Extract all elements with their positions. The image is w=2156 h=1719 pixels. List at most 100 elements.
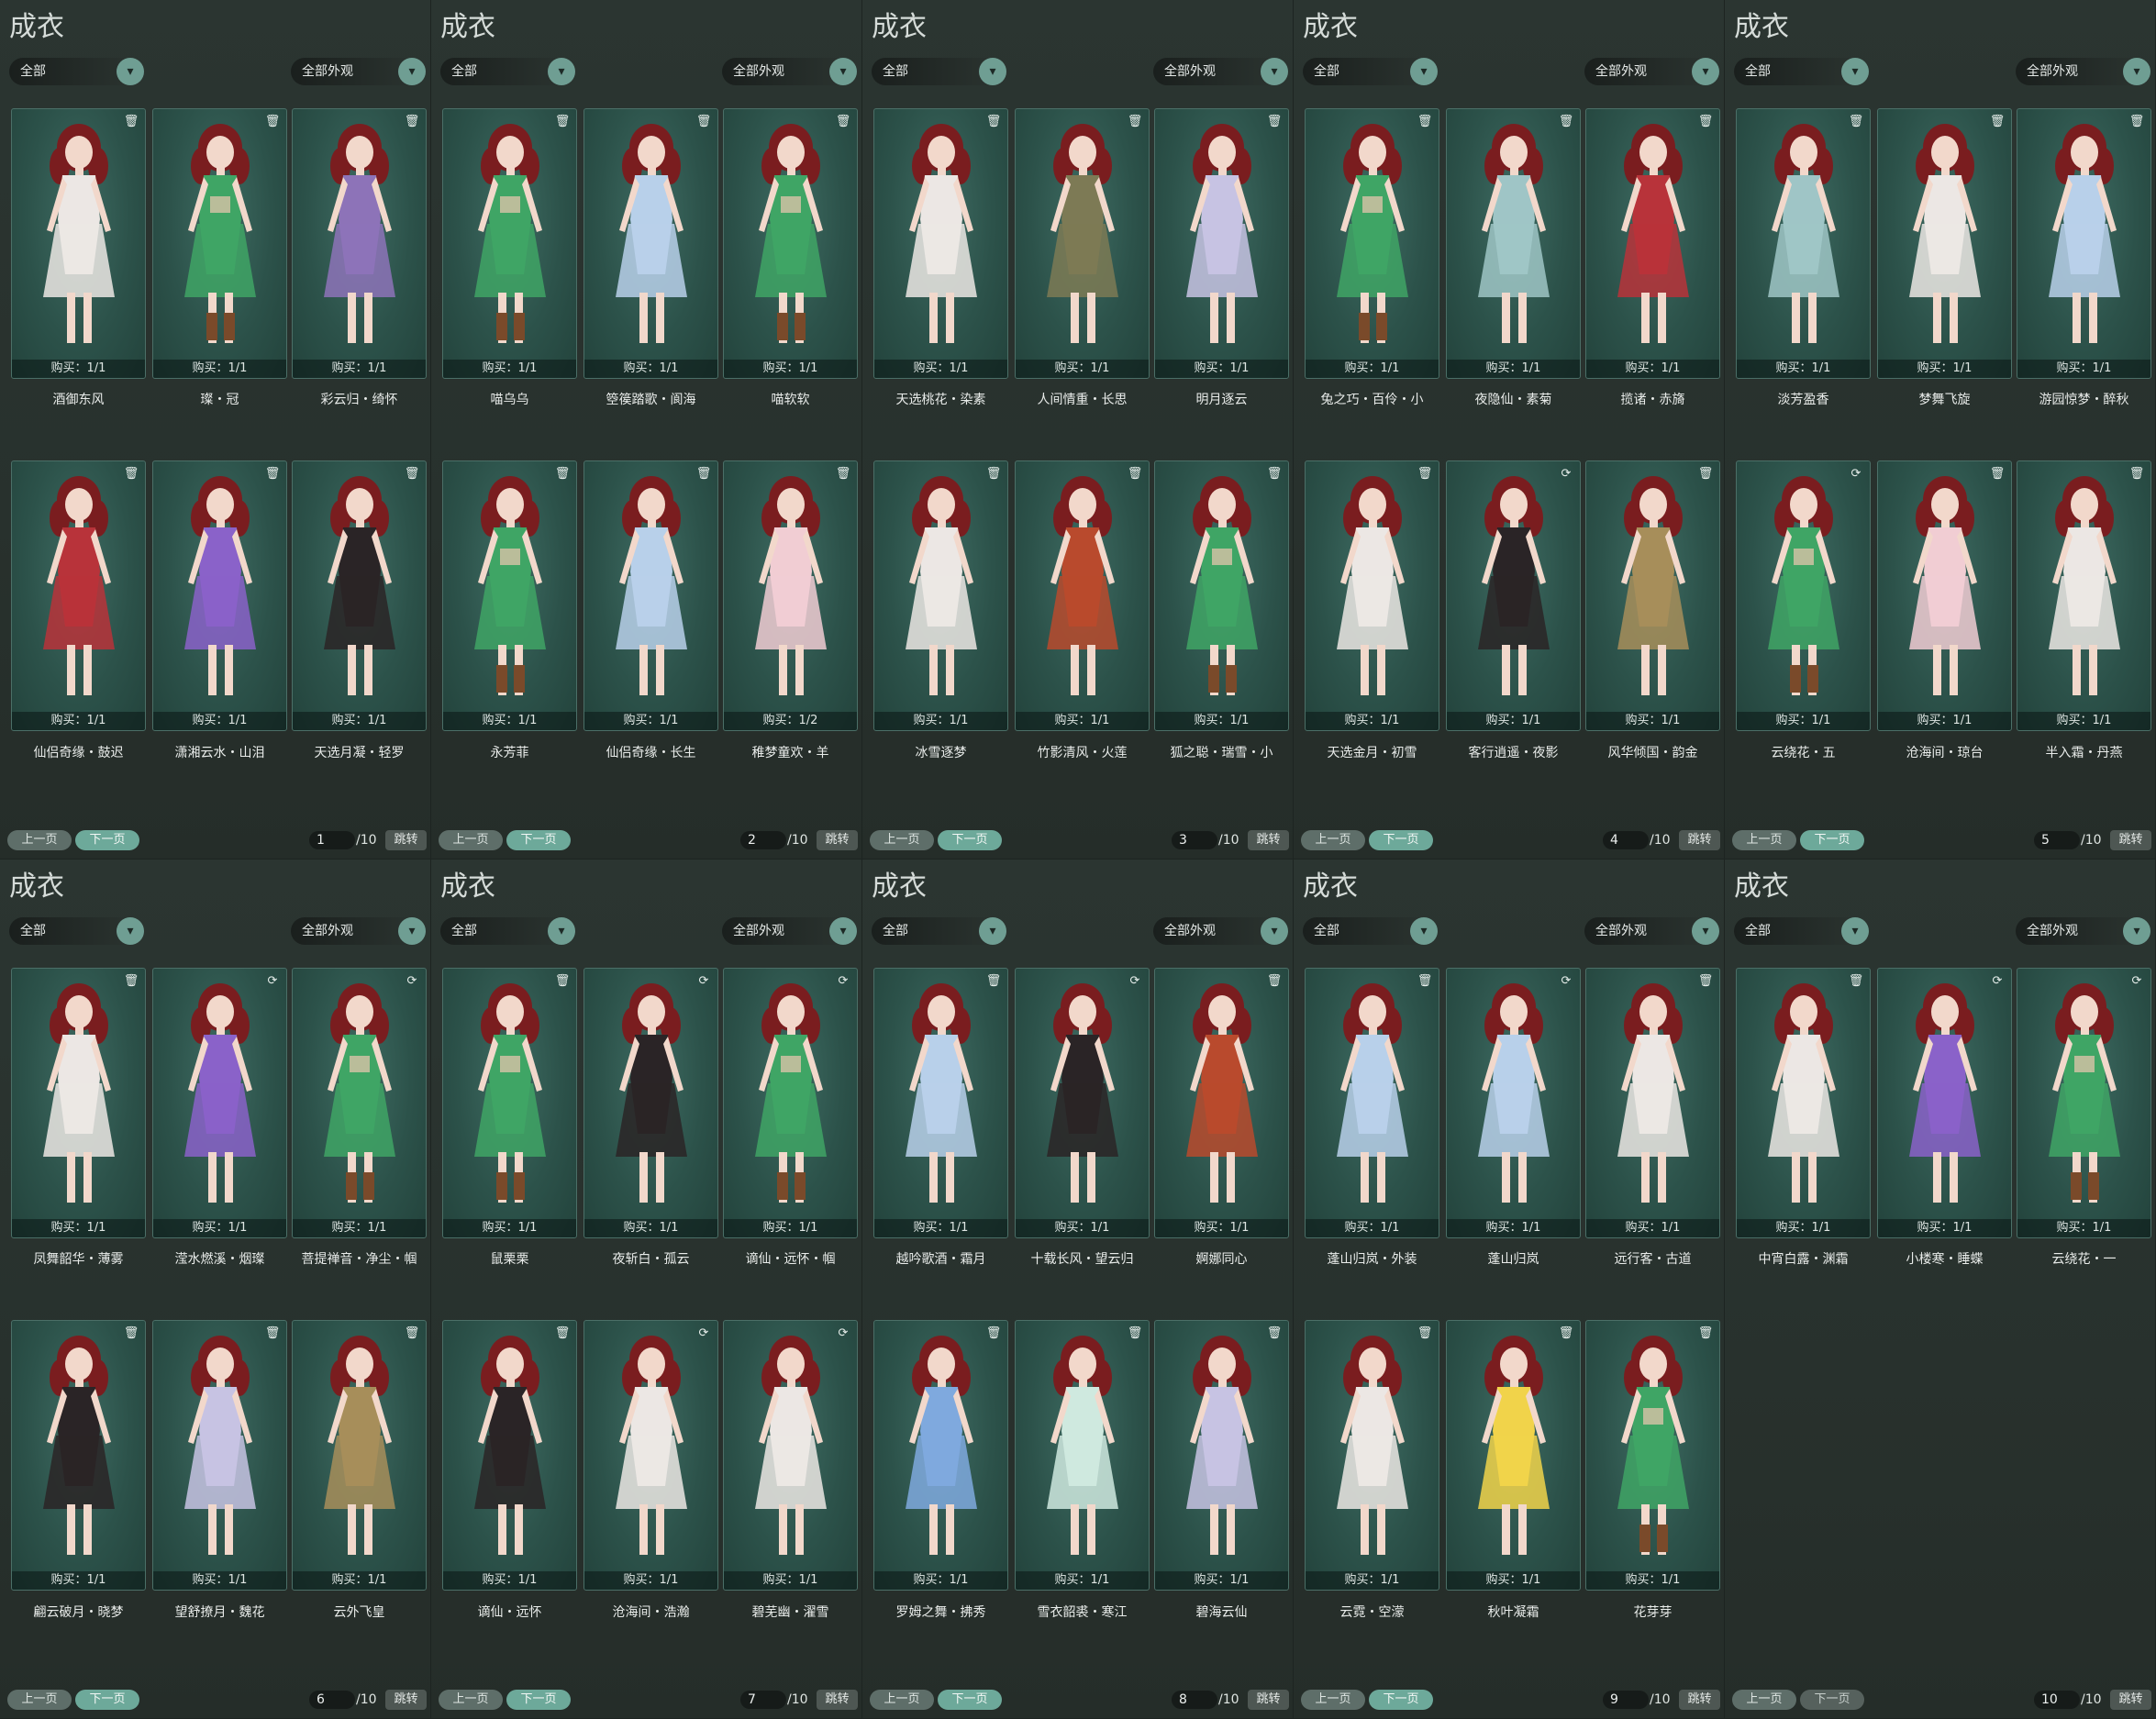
page-number-input[interactable]: 8 — [1172, 1691, 1217, 1709]
category-dropdown[interactable]: 全部 ▾ — [9, 58, 144, 85]
outfit-card[interactable]: 🗑 购买：1/1 — [1585, 460, 1720, 731]
outfit-card[interactable]: 🗑 购买：1/1 — [152, 1320, 287, 1591]
appearance-dropdown[interactable]: 全部外观 ▾ — [1584, 917, 1719, 945]
outfit-card[interactable]: ⟳ 购买：1/1 — [1446, 460, 1581, 731]
trash-icon[interactable]: 🗑 — [985, 973, 1002, 990]
outfit-card[interactable]: 🗑 购买：1/1 — [1154, 968, 1289, 1238]
prev-page-button[interactable]: 上一页 — [1301, 1690, 1365, 1710]
next-page-button[interactable]: 下一页 — [1369, 1690, 1433, 1710]
outfit-card[interactable]: 🗑 购买：1/1 — [1585, 968, 1720, 1238]
jump-button[interactable]: 跳转 — [1248, 830, 1289, 850]
trash-icon[interactable]: 🗑 — [123, 973, 139, 990]
outfit-card[interactable]: 🗑 购买：1/1 — [11, 1320, 146, 1591]
chevron-down-icon[interactable]: ▾ — [2123, 917, 2150, 945]
outfit-card[interactable]: ⟳ 购买：1/1 — [2017, 968, 2151, 1238]
prev-page-button[interactable]: 上一页 — [1301, 830, 1365, 850]
chevron-down-icon[interactable]: ▾ — [1261, 917, 1288, 945]
swap-icon[interactable]: ⟳ — [404, 973, 420, 990]
appearance-dropdown[interactable]: 全部外观 ▾ — [291, 917, 426, 945]
outfit-card[interactable]: ⟳ 购买：1/1 — [1877, 968, 2012, 1238]
trash-icon[interactable]: 🗑 — [2128, 466, 2145, 482]
swap-icon[interactable]: ⟳ — [1558, 466, 1574, 482]
trash-icon[interactable]: 🗑 — [123, 466, 139, 482]
trash-icon[interactable]: 🗑 — [264, 1325, 281, 1342]
swap-icon[interactable]: ⟳ — [1989, 973, 2006, 990]
appearance-dropdown[interactable]: 全部外观 ▾ — [1153, 917, 1288, 945]
prev-page-button[interactable]: 上一页 — [870, 830, 934, 850]
trash-icon[interactable]: 🗑 — [835, 114, 851, 130]
page-number-input[interactable]: 10 — [2034, 1691, 2080, 1709]
jump-button[interactable]: 跳转 — [1679, 830, 1720, 850]
jump-button[interactable]: 跳转 — [385, 1690, 427, 1710]
page-number-input[interactable]: 5 — [2034, 831, 2080, 849]
jump-button[interactable]: 跳转 — [817, 1690, 858, 1710]
outfit-card[interactable]: 🗑 购买：1/1 — [1015, 1320, 1150, 1591]
outfit-card[interactable]: 🗑 购买：1/1 — [1015, 460, 1150, 731]
category-dropdown[interactable]: 全部 ▾ — [872, 917, 1006, 945]
outfit-card[interactable]: 🗑 购买：1/1 — [1305, 460, 1439, 731]
trash-icon[interactable]: 🗑 — [1127, 1325, 1143, 1342]
outfit-card[interactable]: ⟳ 购买：1/1 — [723, 968, 858, 1238]
outfit-card[interactable]: 🗑 购买：1/1 — [1305, 968, 1439, 1238]
outfit-card[interactable]: 🗑 购买：1/1 — [873, 460, 1008, 731]
outfit-card[interactable]: 🗑 购买：1/1 — [292, 108, 427, 379]
jump-button[interactable]: 跳转 — [1248, 1690, 1289, 1710]
chevron-down-icon[interactable]: ▾ — [1410, 58, 1438, 85]
trash-icon[interactable]: 🗑 — [123, 1325, 139, 1342]
trash-icon[interactable]: 🗑 — [1266, 114, 1283, 130]
outfit-card[interactable]: 🗑 购买：1/1 — [1736, 968, 1871, 1238]
category-dropdown[interactable]: 全部 ▾ — [1734, 917, 1869, 945]
outfit-card[interactable]: ⟳ 购买：1/1 — [152, 968, 287, 1238]
swap-icon[interactable]: ⟳ — [695, 1325, 712, 1342]
trash-icon[interactable]: 🗑 — [1697, 973, 1714, 990]
outfit-card[interactable]: ⟳ 购买：1/1 — [1446, 968, 1581, 1238]
outfit-card[interactable]: 🗑 购买：1/2 — [723, 460, 858, 731]
chevron-down-icon[interactable]: ▾ — [117, 917, 144, 945]
swap-icon[interactable]: ⟳ — [1127, 973, 1143, 990]
chevron-down-icon[interactable]: ▾ — [1841, 917, 1869, 945]
trash-icon[interactable]: 🗑 — [1417, 1325, 1433, 1342]
outfit-card[interactable]: 🗑 购买：1/1 — [1154, 460, 1289, 731]
trash-icon[interactable]: 🗑 — [1266, 1325, 1283, 1342]
trash-icon[interactable]: 🗑 — [404, 1325, 420, 1342]
swap-icon[interactable]: ⟳ — [1848, 466, 1864, 482]
prev-page-button[interactable]: 上一页 — [439, 830, 503, 850]
trash-icon[interactable]: 🗑 — [2128, 114, 2145, 130]
next-page-button[interactable]: 下一页 — [938, 830, 1002, 850]
jump-button[interactable]: 跳转 — [2110, 830, 2151, 850]
trash-icon[interactable]: 🗑 — [554, 1325, 571, 1342]
category-dropdown[interactable]: 全部 ▾ — [9, 917, 144, 945]
trash-icon[interactable]: 🗑 — [985, 114, 1002, 130]
swap-icon[interactable]: ⟳ — [695, 973, 712, 990]
outfit-card[interactable]: 🗑 购买：1/1 — [11, 460, 146, 731]
next-page-button[interactable]: 下一页 — [506, 830, 571, 850]
outfit-card[interactable]: 🗑 购买：1/1 — [1154, 108, 1289, 379]
swap-icon[interactable]: ⟳ — [835, 973, 851, 990]
trash-icon[interactable]: 🗑 — [1266, 973, 1283, 990]
outfit-card[interactable]: 🗑 购买：1/1 — [1585, 108, 1720, 379]
prev-page-button[interactable]: 上一页 — [1732, 830, 1796, 850]
outfit-card[interactable]: 🗑 购买：1/1 — [1305, 108, 1439, 379]
outfit-card[interactable]: 🗑 购买：1/1 — [1305, 1320, 1439, 1591]
page-number-input[interactable]: 2 — [740, 831, 786, 849]
outfit-card[interactable]: 🗑 购买：1/1 — [1446, 1320, 1581, 1591]
swap-icon[interactable]: ⟳ — [835, 1325, 851, 1342]
next-page-button[interactable]: 下一页 — [75, 830, 139, 850]
trash-icon[interactable]: 🗑 — [1417, 466, 1433, 482]
prev-page-button[interactable]: 上一页 — [7, 830, 72, 850]
outfit-card[interactable]: 🗑 购买：1/1 — [873, 968, 1008, 1238]
outfit-card[interactable]: ⟳ 购买：1/1 — [1015, 968, 1150, 1238]
trash-icon[interactable]: 🗑 — [404, 114, 420, 130]
trash-icon[interactable]: 🗑 — [1558, 114, 1574, 130]
trash-icon[interactable]: 🗑 — [123, 114, 139, 130]
prev-page-button[interactable]: 上一页 — [439, 1690, 503, 1710]
next-page-button[interactable]: 下一页 — [75, 1690, 139, 1710]
category-dropdown[interactable]: 全部 ▾ — [440, 58, 575, 85]
appearance-dropdown[interactable]: 全部外观 ▾ — [2016, 917, 2150, 945]
appearance-dropdown[interactable]: 全部外观 ▾ — [1153, 58, 1288, 85]
outfit-card[interactable]: 🗑 购买：1/1 — [442, 108, 577, 379]
chevron-down-icon[interactable]: ▾ — [548, 58, 575, 85]
trash-icon[interactable]: 🗑 — [1417, 114, 1433, 130]
outfit-card[interactable]: 🗑 购买：1/1 — [1446, 108, 1581, 379]
outfit-card[interactable]: ⟳ 购买：1/1 — [723, 1320, 858, 1591]
